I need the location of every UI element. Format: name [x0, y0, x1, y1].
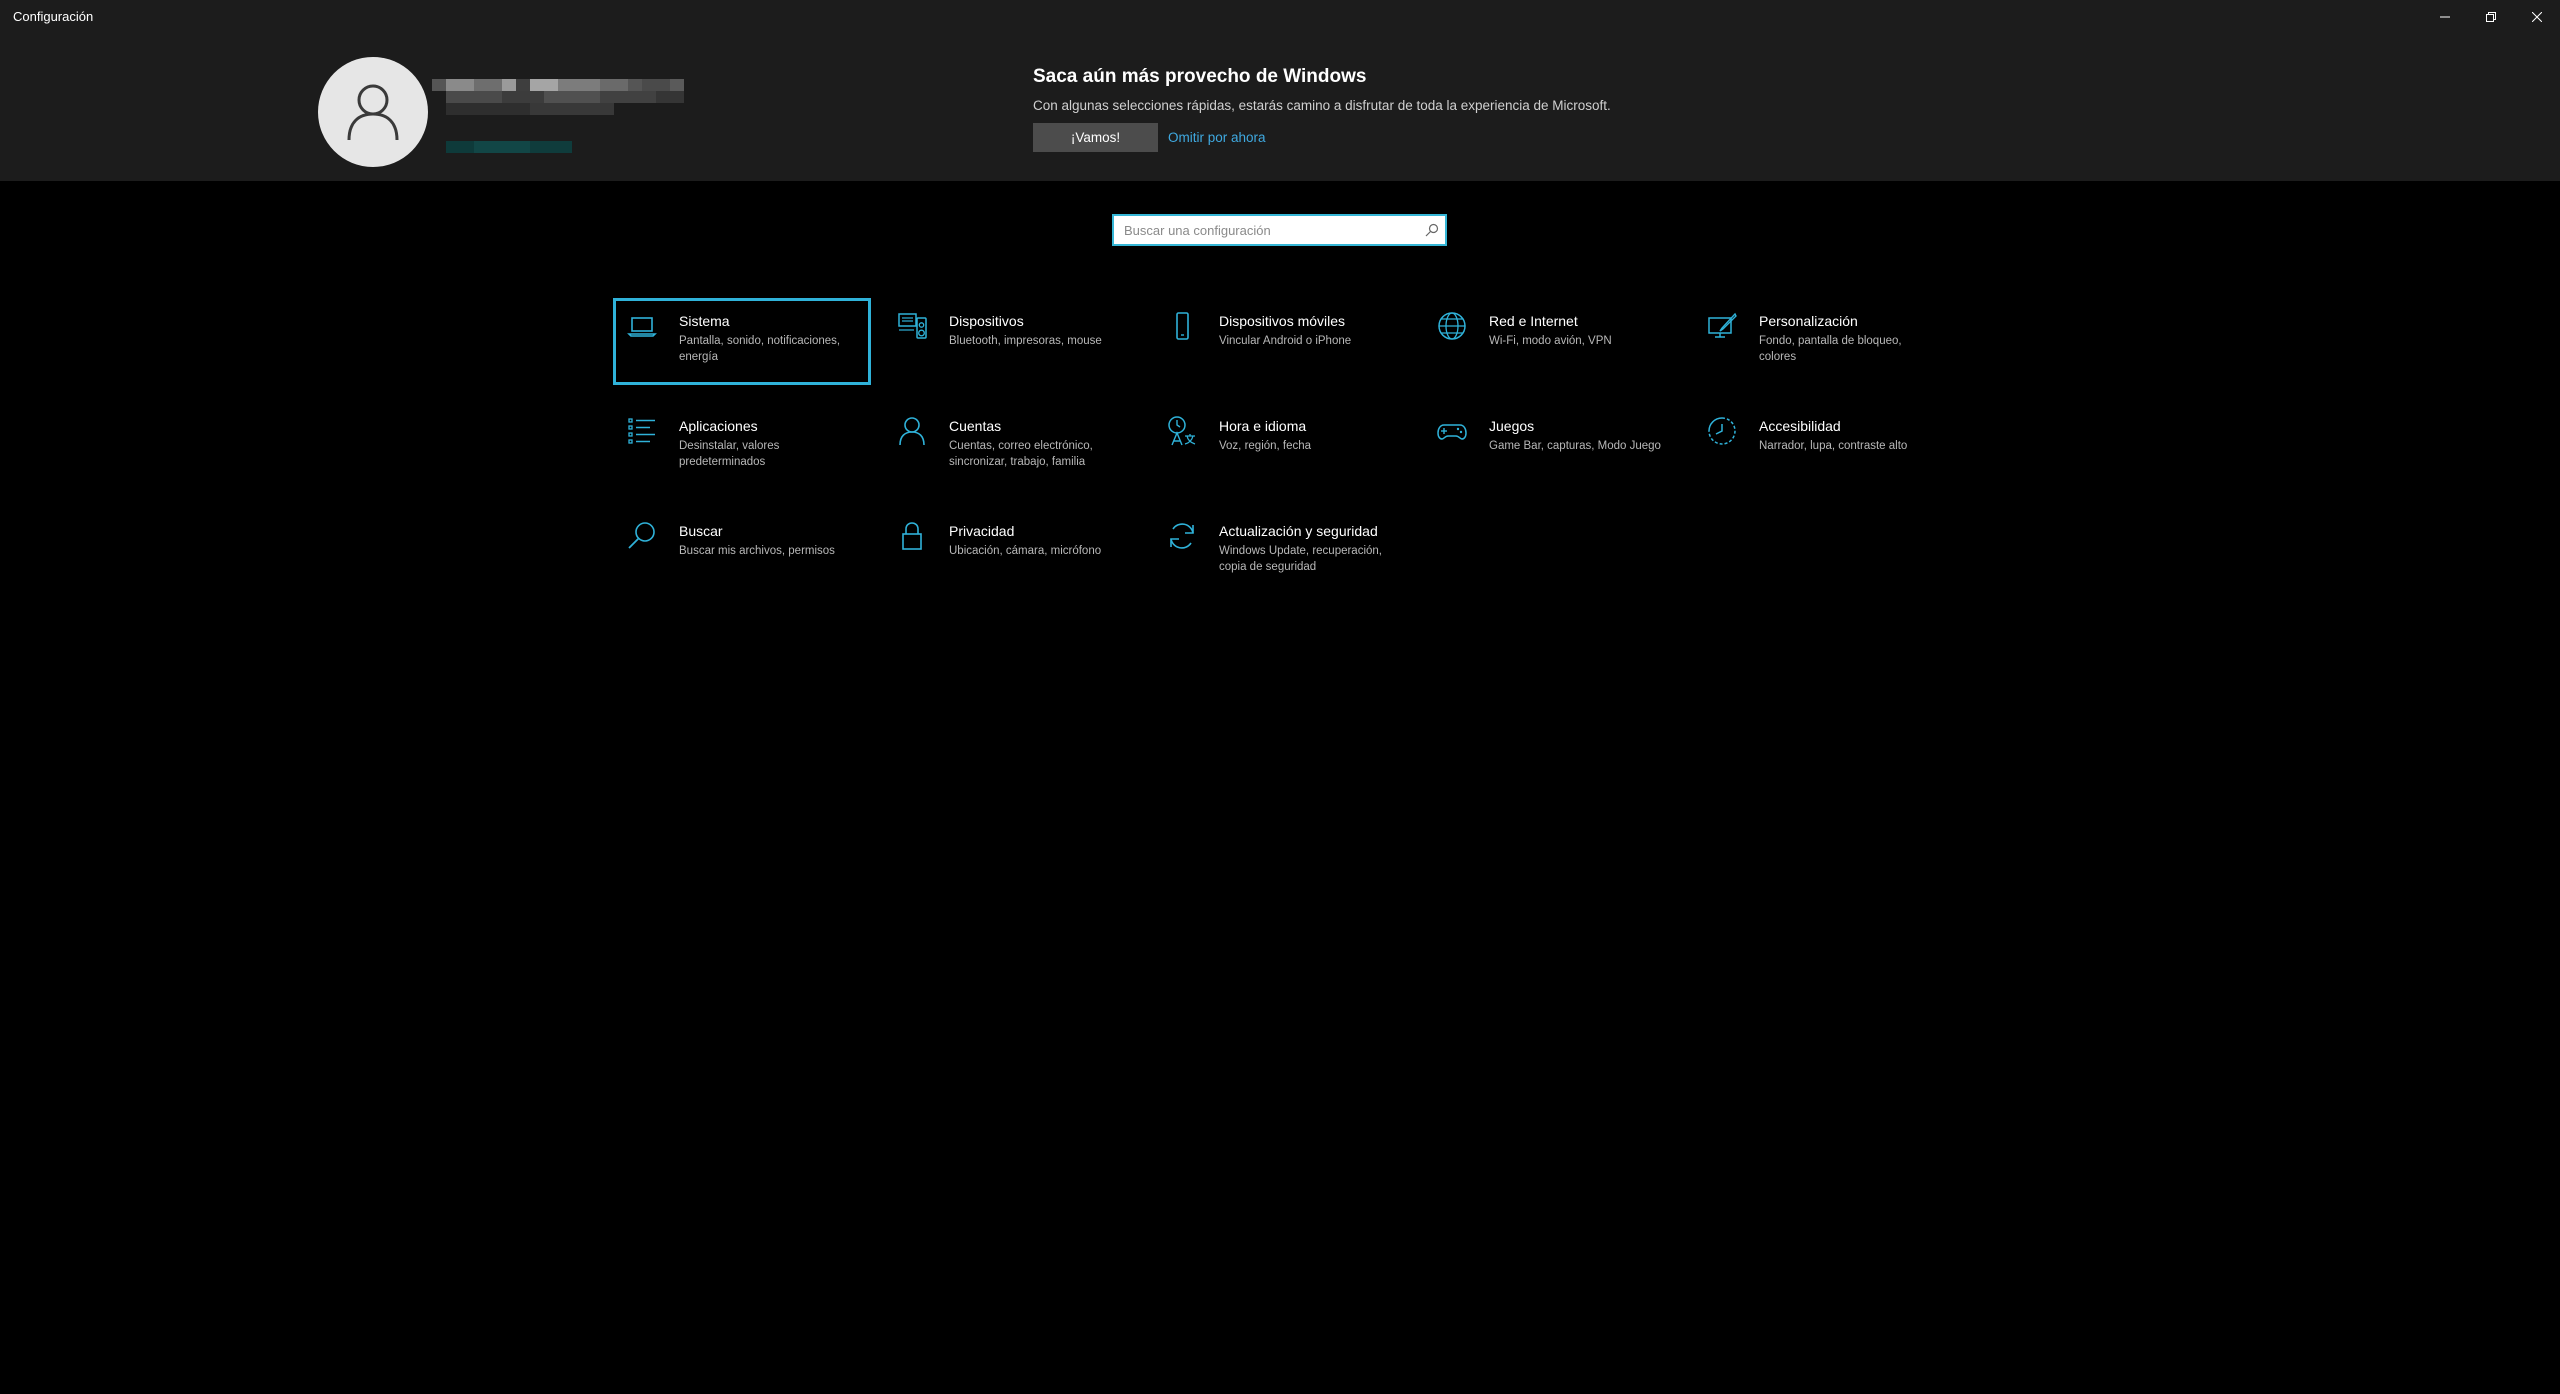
category-description: Game Bar, capturas, Modo Juego	[1489, 440, 1661, 452]
account-info-redacted	[432, 79, 684, 153]
category-description: Windows Update, recuperación, copia de s…	[1219, 545, 1382, 573]
category-description: Wi-Fi, modo avión, VPN	[1489, 335, 1612, 347]
window-title: Configuración	[13, 9, 94, 24]
window-controls	[2422, 0, 2560, 33]
restore-icon	[2486, 11, 2496, 22]
category-buscar[interactable]: Buscar Buscar mis archivos, permisos	[613, 508, 871, 595]
category-actualizacion-y-seguridad[interactable]: Actualización y seguridad Windows Update…	[1153, 508, 1411, 595]
promo-actions: ¡Vamos! Omitir por ahora	[1033, 123, 1611, 152]
personalization-icon	[1708, 312, 1737, 338]
phone-icon	[1176, 312, 1189, 340]
category-description: Narrador, lupa, contraste alto	[1759, 440, 1908, 452]
restore-button[interactable]	[2468, 0, 2514, 33]
category-label: Privacidad	[949, 523, 1015, 539]
category-label: Cuentas	[949, 418, 1002, 434]
category-label: Dispositivos móviles	[1219, 313, 1346, 329]
category-label: Hora e idioma	[1219, 418, 1307, 434]
promo-title: Saca aún más provecho de Windows	[1033, 66, 1367, 87]
account-header: Saca aún más provecho de Windows Con alg…	[0, 33, 2560, 181]
close-button[interactable]	[2514, 0, 2560, 33]
category-description: Buscar mis archivos, permisos	[679, 545, 835, 557]
search-input[interactable]	[1114, 216, 1424, 244]
close-icon	[2532, 11, 2542, 22]
gamepad-icon	[1437, 424, 1467, 440]
category-sistema[interactable]: Sistema Pantalla, sonido, notificaciones…	[613, 298, 871, 385]
category-aplicaciones[interactable]: Aplicaciones Desinstalar, valores predet…	[613, 403, 871, 490]
category-description: Bluetooth, impresoras, mouse	[949, 335, 1102, 347]
category-dispositivos-moviles[interactable]: Dispositivos móviles Vincular Android o …	[1153, 298, 1411, 385]
category-description: Voz, región, fecha	[1219, 440, 1312, 452]
category-label: Personalización	[1759, 313, 1858, 329]
category-cuentas[interactable]: Cuentas Cuentas, correo electrónico, sin…	[883, 403, 1141, 490]
promo-panel: Saca aún más provecho de Windows Con alg…	[1033, 66, 1611, 152]
avatar[interactable]	[318, 57, 428, 167]
category-description: Desinstalar, valores predeterminados	[679, 440, 780, 468]
category-label: Red e Internet	[1489, 313, 1578, 329]
laptop-icon	[627, 317, 657, 337]
promo-description: Con algunas selecciones rápidas, estarás…	[1033, 98, 1611, 113]
category-description: Ubicación, cámara, micrófono	[949, 545, 1102, 557]
category-hora-e-idioma[interactable]: Hora e idioma Voz, región, fecha	[1153, 403, 1411, 490]
person-icon	[899, 417, 925, 446]
category-juegos[interactable]: Juegos Game Bar, capturas, Modo Juego	[1423, 403, 1681, 490]
category-description: Fondo, pantalla de bloqueo, colores	[1759, 335, 1902, 363]
category-dispositivos[interactable]: Dispositivos Bluetooth, impresoras, mous…	[883, 298, 1141, 385]
apps-list-icon	[628, 418, 655, 444]
search-icon[interactable]	[1425, 223, 1439, 237]
category-label: Actualización y seguridad	[1219, 523, 1378, 539]
category-personalizacion[interactable]: Personalización Fondo, pantalla de bloqu…	[1693, 298, 1951, 385]
skip-link[interactable]: Omitir por ahora	[1168, 130, 1266, 145]
category-label: Aplicaciones	[679, 418, 758, 434]
lock-icon	[902, 522, 922, 550]
globe-icon	[1438, 312, 1466, 340]
devices-icon	[898, 313, 927, 339]
minimize-button[interactable]	[2422, 0, 2468, 33]
vamos-button[interactable]: ¡Vamos!	[1033, 123, 1158, 152]
category-label: Sistema	[679, 313, 730, 329]
category-description: Vincular Android o iPhone	[1219, 335, 1352, 347]
person-icon	[347, 84, 399, 141]
sync-icon	[1170, 523, 1194, 549]
accessibility-icon	[1708, 417, 1736, 445]
title-bar: Configuración	[0, 0, 2560, 33]
minimize-icon	[2440, 16, 2450, 17]
category-accesibilidad[interactable]: Accesibilidad Narrador, lupa, contraste …	[1693, 403, 1951, 490]
category-label: Juegos	[1489, 418, 1535, 434]
category-privacidad[interactable]: Privacidad Ubicación, cámara, micrófono	[883, 508, 1141, 595]
time-language-icon	[1168, 416, 1196, 446]
category-label: Buscar	[679, 523, 723, 539]
search-icon	[628, 522, 655, 549]
category-label: Accesibilidad	[1759, 418, 1841, 434]
category-description: Cuentas, correo electrónico, sincronizar…	[949, 440, 1093, 468]
category-label: Dispositivos	[949, 313, 1024, 329]
category-red-e-internet[interactable]: Red e Internet Wi-Fi, modo avión, VPN	[1423, 298, 1681, 385]
category-description: Pantalla, sonido, notificaciones, energí…	[679, 335, 841, 363]
settings-search-box[interactable]	[1112, 214, 1447, 246]
